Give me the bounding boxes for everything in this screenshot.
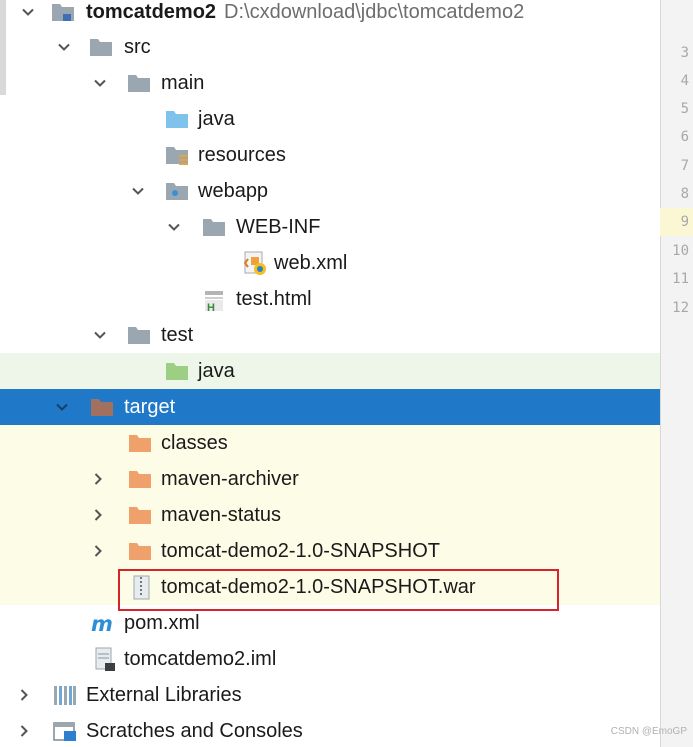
tree-label: webapp xyxy=(198,180,269,202)
tree-row-scratches[interactable]: Scratches and Consoles xyxy=(0,713,660,747)
module-folder-icon xyxy=(50,0,76,24)
folder-icon xyxy=(127,431,153,455)
folder-icon xyxy=(127,503,153,527)
tree-row-java-source[interactable]: java xyxy=(0,101,660,137)
xml-file-icon xyxy=(242,251,268,275)
tree-label: resources xyxy=(198,144,286,166)
tree-label: src xyxy=(124,36,151,58)
tree-label: tomcat-demo2-1.0-SNAPSHOT xyxy=(161,540,440,562)
line-number: 4 xyxy=(680,73,689,89)
line-number: 11 xyxy=(672,271,689,287)
chevron-right-icon[interactable] xyxy=(86,461,110,497)
folder-icon xyxy=(127,539,153,563)
tree-label: maven-archiver xyxy=(161,468,299,490)
tree-label: tomcat-demo2-1.0-SNAPSHOT.war xyxy=(161,576,476,598)
chevron-down-icon[interactable] xyxy=(50,389,74,425)
project-tree[interactable]: tomcatdemo2 D:\cxdownload\jdbc\tomcatdemo… xyxy=(0,0,660,747)
tree-row-test-html[interactable]: H test.html xyxy=(0,281,660,317)
tree-label: web.xml xyxy=(274,252,348,274)
vertical-scrollbar[interactable] xyxy=(0,0,6,95)
archive-file-icon xyxy=(130,575,156,600)
source-folder-icon xyxy=(164,107,190,131)
editor-gutter: 3 4 5 6 7 8 9 10 11 12 xyxy=(660,0,693,747)
tree-label: Scratches and Consoles xyxy=(86,720,303,742)
tree-row-src[interactable]: src xyxy=(0,29,660,65)
tree-row-java-test[interactable]: java xyxy=(0,353,660,389)
tree-label: WEB-INF xyxy=(236,216,321,238)
tree-label: External Libraries xyxy=(86,684,242,706)
tree-row-webapp[interactable]: webapp xyxy=(0,173,660,209)
tree-label: test xyxy=(161,324,194,346)
chevron-right-icon[interactable] xyxy=(86,497,110,533)
chevron-down-icon[interactable] xyxy=(162,209,186,245)
svg-text:m: m xyxy=(91,612,113,635)
tree-row-maven-status[interactable]: maven-status xyxy=(0,497,660,533)
libraries-icon xyxy=(52,683,78,707)
line-number: 7 xyxy=(680,158,689,174)
line-number: 3 xyxy=(680,45,689,61)
module-file-icon xyxy=(92,647,118,671)
chevron-down-icon[interactable] xyxy=(16,0,40,30)
chevron-down-icon[interactable] xyxy=(52,29,76,65)
tree-row-war-file[interactable]: tomcat-demo2-1.0-SNAPSHOT.war xyxy=(0,569,660,605)
chevron-right-icon[interactable] xyxy=(86,533,110,569)
tree-row-resources[interactable]: resources xyxy=(0,137,660,173)
line-number: 6 xyxy=(680,129,689,145)
tree-label: classes xyxy=(161,432,228,454)
line-number: 10 xyxy=(672,243,689,259)
tree-label: target xyxy=(124,396,176,418)
line-number: 8 xyxy=(680,186,689,202)
current-line-number: 9 xyxy=(660,208,693,236)
chevron-down-icon[interactable] xyxy=(88,317,112,353)
line-number: 12 xyxy=(672,300,689,316)
tree-label: java xyxy=(198,108,235,130)
excluded-folder-icon xyxy=(89,395,115,419)
tree-row-classes[interactable]: classes xyxy=(0,425,660,461)
tree-row-external-libraries[interactable]: External Libraries xyxy=(0,677,660,713)
tree-label: test.html xyxy=(236,288,312,310)
folder-icon xyxy=(88,35,114,59)
tree-row-maven-archiver[interactable]: maven-archiver xyxy=(0,461,660,497)
tree-label: maven-status xyxy=(161,504,282,526)
tree-row-iml-file[interactable]: tomcatdemo2.iml xyxy=(0,641,660,677)
tree-label: tomcatdemo2.iml xyxy=(124,648,277,670)
chevron-right-icon[interactable] xyxy=(12,713,36,747)
chevron-down-icon[interactable] xyxy=(88,65,112,101)
tree-row-snapshot-folder[interactable]: tomcat-demo2-1.0-SNAPSHOT xyxy=(0,533,660,569)
tree-row-test[interactable]: test xyxy=(0,317,660,353)
tree-row-project-root[interactable]: tomcatdemo2 D:\cxdownload\jdbc\tomcatdemo… xyxy=(0,0,660,30)
watermark: CSDN @EmoGP xyxy=(610,726,687,737)
tree-label: java xyxy=(198,360,235,382)
maven-file-icon: m xyxy=(90,611,116,635)
tree-label: main xyxy=(161,72,205,94)
tree-row-web-xml[interactable]: web.xml xyxy=(0,245,660,281)
project-path: D:\cxdownload\jdbc\tomcatdemo2 xyxy=(224,1,525,23)
folder-icon xyxy=(126,323,152,347)
svg-text:H: H xyxy=(207,302,215,313)
chevron-down-icon[interactable] xyxy=(126,173,150,209)
folder-icon xyxy=(127,467,153,491)
tree-row-target[interactable]: target xyxy=(0,389,660,425)
html-file-icon: H xyxy=(202,287,228,313)
scratches-icon xyxy=(52,719,78,743)
chevron-right-icon[interactable] xyxy=(12,677,36,713)
folder-icon xyxy=(126,71,152,95)
resources-folder-icon xyxy=(164,143,190,167)
project-root-label: tomcatdemo2 D:\cxdownload\jdbc\tomcatdemo… xyxy=(86,1,525,23)
web-folder-icon xyxy=(164,179,190,203)
tree-row-main[interactable]: main xyxy=(0,65,660,101)
line-number: 5 xyxy=(680,101,689,117)
test-folder-icon xyxy=(164,359,190,383)
folder-icon xyxy=(201,215,227,239)
tree-row-pom-xml[interactable]: m pom.xml xyxy=(0,605,660,641)
tree-label: pom.xml xyxy=(124,612,200,634)
tree-row-web-inf[interactable]: WEB-INF xyxy=(0,209,660,245)
